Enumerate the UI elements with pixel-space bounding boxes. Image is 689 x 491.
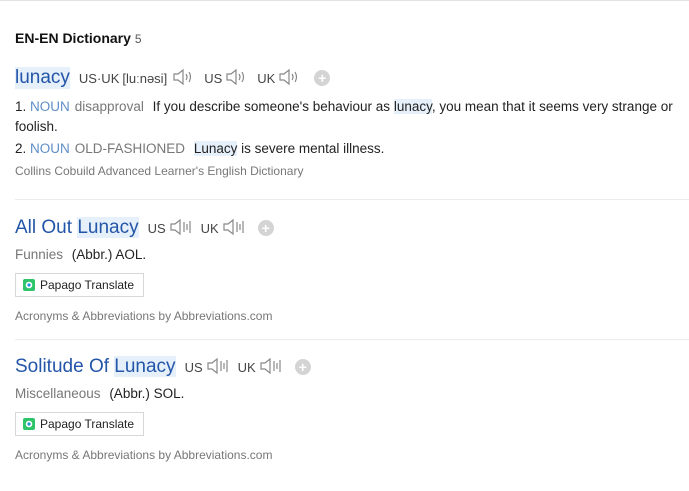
category: Funnies [15, 247, 64, 262]
sense-highlight: lunacy [393, 99, 432, 114]
entry-lunacy: lunacy US·UK [luːnəsi] US UK + 1. NOUN di… [15, 67, 689, 178]
divider [15, 339, 689, 340]
speaker-icon-uk[interactable] [222, 218, 246, 239]
speaker-icon-us[interactable] [206, 357, 230, 378]
speaker-icon[interactable] [172, 68, 196, 89]
papago-translate-button[interactable]: Papago Translate [15, 273, 145, 297]
us-label: US [147, 220, 166, 236]
category: Miscellaneous [15, 386, 101, 401]
entry-source: Collins Cobuild Advanced Learner's Engli… [15, 164, 304, 178]
dictionary-title-text: EN-EN Dictionary [15, 30, 131, 46]
pronunciation: US UK + [148, 218, 274, 239]
sense-pos: NOUN [30, 141, 70, 156]
pronunciation: US·UK [luːnəsi] US UK + [78, 68, 331, 89]
entry-all-out-lunacy: All Out Lunacy US UK + Funnies (Abbr.) A… [15, 217, 689, 323]
abbr-line: Miscellaneous (Abbr.) SOL. [15, 384, 689, 404]
uk-label: UK [257, 70, 276, 86]
us-label: US [204, 70, 223, 86]
speaker-icon-us[interactable] [169, 218, 193, 239]
papago-wrap: Papago Translate [15, 273, 689, 297]
entry-word[interactable]: lunacy [15, 67, 70, 89]
add-icon[interactable]: + [257, 220, 274, 236]
divider [15, 199, 689, 200]
word-prefix: All Out [15, 217, 73, 238]
uk-label: UK [237, 359, 256, 375]
word-prefix: Solitude Of [15, 356, 109, 377]
speaker-icon-us[interactable] [225, 68, 249, 89]
pronunciation: US UK + [185, 357, 311, 378]
entry-header: lunacy US·UK [luːnəsi] US UK + [15, 67, 689, 89]
result-count: 5 [134, 32, 142, 46]
pron-label: US·UK [78, 70, 120, 86]
sense-1: 1. NOUN disapproval If you describe someo… [15, 97, 689, 137]
papago-icon [23, 418, 35, 430]
sense-highlight: Lunacy [193, 141, 238, 156]
entry-word[interactable]: All Out Lunacy [15, 217, 139, 239]
abbr: (Abbr.) SOL. [109, 386, 185, 401]
sense-grammar: disapproval [74, 99, 144, 114]
papago-label: Papago Translate [40, 417, 135, 431]
papago-label: Papago Translate [40, 278, 135, 292]
sense-pos: NOUN [30, 99, 70, 114]
add-icon[interactable]: + [294, 359, 311, 375]
abbr: (Abbr.) AOL. [71, 247, 147, 262]
entry-word[interactable]: Solitude Of Lunacy [15, 356, 176, 378]
entry-header: All Out Lunacy US UK + [15, 217, 689, 239]
sense-grammar: OLD-FASHIONED [74, 141, 186, 156]
word-highlight: Lunacy [77, 217, 139, 238]
papago-translate-button[interactable]: Papago Translate [15, 412, 145, 436]
entry-header: Solitude Of Lunacy US UK + [15, 356, 689, 378]
us-label: US [184, 359, 203, 375]
sense-text-after: is severe mental illness. [237, 141, 385, 156]
speaker-icon-uk[interactable] [259, 357, 283, 378]
abbr-line: Funnies (Abbr.) AOL. [15, 245, 689, 265]
entry-solitude-of-lunacy: Solitude Of Lunacy US UK + Miscellaneous… [15, 356, 689, 462]
dictionary-title: EN-EN Dictionary 5 [15, 30, 142, 46]
uk-label: UK [200, 220, 219, 236]
entry-source: Acronyms & Abbreviations by Abbreviation… [15, 448, 273, 462]
sense-text: If you describe someone's behaviour as [152, 99, 391, 114]
papago-icon [23, 279, 35, 291]
sense-2: 2. NOUN OLD-FASHIONED Lunacy is severe me… [15, 139, 689, 159]
papago-wrap: Papago Translate [15, 412, 689, 436]
add-icon[interactable]: + [314, 70, 331, 86]
sense-number: 2. [15, 141, 27, 156]
sense-number: 1. [15, 99, 27, 114]
word-highlight: Lunacy [114, 356, 176, 377]
speaker-icon-uk[interactable] [278, 68, 302, 89]
entry-source: Acronyms & Abbreviations by Abbreviation… [15, 309, 273, 323]
phonetic: [luːnəsi] [122, 70, 168, 86]
